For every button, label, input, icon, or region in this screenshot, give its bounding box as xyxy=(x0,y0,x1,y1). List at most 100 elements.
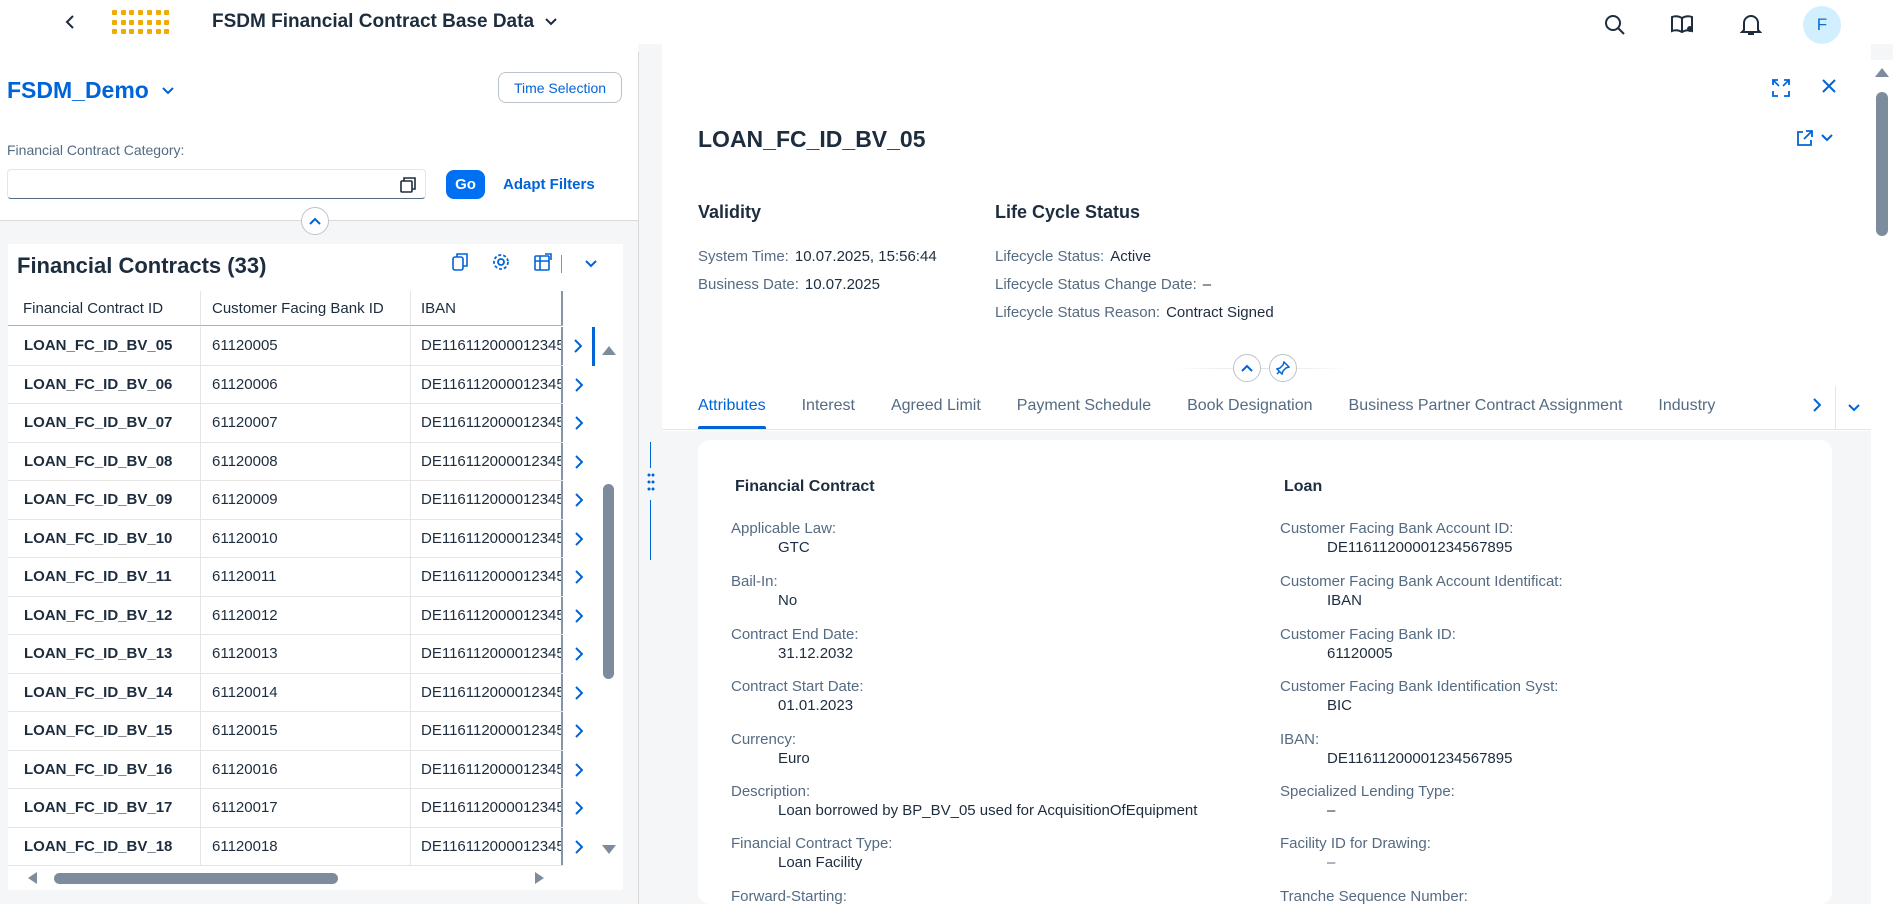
chevron-left-icon xyxy=(65,15,74,29)
tab-scroll-right-icon[interactable] xyxy=(1813,398,1822,415)
collapse-header-button[interactable] xyxy=(1233,354,1261,382)
list-panel: FSDM_Demo Time Selection Financial Contr… xyxy=(0,44,638,904)
share-menu[interactable] xyxy=(1795,128,1833,148)
tab-bar: Attributes Interest Agreed Limit Payment… xyxy=(662,386,1871,430)
settings-gear-icon[interactable] xyxy=(491,252,511,275)
cell-bank-id: 61120017 xyxy=(201,789,411,827)
fullscreen-icon[interactable] xyxy=(1771,78,1791,101)
scrollbar-thumb[interactable] xyxy=(54,873,338,884)
tab-attributes[interactable]: Attributes xyxy=(698,397,766,429)
scroll-down-arrow[interactable] xyxy=(602,845,616,854)
table-horizontal-scrollbar[interactable] xyxy=(24,870,548,886)
column-header-bank-id[interactable]: Customer Facing Bank ID xyxy=(201,291,411,325)
row-nav-chevron-icon[interactable] xyxy=(563,712,595,751)
cell-contract-id: LOAN_FC_ID_BV_07 xyxy=(8,404,201,442)
table-row[interactable]: LOAN_FC_ID_BV_12 61120012 DE11611200001234… xyxy=(8,596,563,635)
row-nav-chevron-icon[interactable] xyxy=(563,520,595,559)
table-row[interactable]: LOAN_FC_ID_BV_13 61120013 DE11611200001234… xyxy=(8,635,563,674)
field-label: Customer Facing Bank Identification Syst… xyxy=(1280,678,1559,695)
tab-interest[interactable]: Interest xyxy=(802,397,855,429)
column-header-contract-id[interactable]: Financial Contract ID xyxy=(8,291,201,325)
joule-button[interactable] xyxy=(1667,9,1699,41)
tab-industry[interactable]: Industry xyxy=(1658,397,1715,429)
pin-header-button[interactable] xyxy=(1269,354,1297,382)
page-vertical-scrollbar[interactable] xyxy=(1871,60,1893,904)
table-row[interactable]: LOAN_FC_ID_BV_17 61120017 DE11611200001234… xyxy=(8,789,563,828)
column-header-iban[interactable]: IBAN xyxy=(411,291,563,325)
row-nav-chevron-icon[interactable] xyxy=(563,751,595,790)
user-avatar[interactable]: F xyxy=(1803,6,1841,44)
collapse-header-button[interactable] xyxy=(301,207,329,235)
search-button[interactable] xyxy=(1599,9,1631,41)
field-label: Tranche Sequence Number: xyxy=(1280,888,1468,904)
cell-bank-id: 61120013 xyxy=(201,635,411,673)
row-nav-chevron-icon[interactable] xyxy=(563,635,595,674)
notifications-button[interactable] xyxy=(1735,9,1767,41)
scroll-right-arrow[interactable] xyxy=(535,872,544,884)
export-menu-chevron-icon[interactable] xyxy=(584,256,598,272)
cell-bank-id: 61120008 xyxy=(201,442,411,480)
value-help-icon[interactable] xyxy=(399,176,417,197)
cell-iban: DE11611200001234567813 xyxy=(411,635,563,673)
copy-icon[interactable] xyxy=(451,252,469,275)
sap-logo xyxy=(112,10,170,36)
time-selection-button[interactable]: Time Selection xyxy=(498,72,622,103)
chevron-up-icon xyxy=(1241,364,1253,372)
row-nav-chevron-icon[interactable] xyxy=(563,404,595,443)
category-input[interactable] xyxy=(7,169,426,199)
table-row[interactable]: LOAN_FC_ID_BV_15 61120015 DE11611200001234… xyxy=(8,712,563,751)
table-vertical-scrollbar[interactable] xyxy=(602,386,614,776)
field-value: IBAN xyxy=(1327,592,1363,609)
scrollbar-thumb[interactable] xyxy=(603,484,614,679)
search-icon xyxy=(1605,15,1625,35)
close-icon[interactable] xyxy=(1821,78,1837,101)
object-title: LOAN_FC_ID_BV_05 xyxy=(698,126,926,152)
cell-iban: DE11611200001234567810 xyxy=(411,519,563,557)
table-row[interactable]: LOAN_FC_ID_BV_16 61120016 DE11611200001234… xyxy=(8,750,563,789)
tab-overflow-button[interactable] xyxy=(1835,386,1871,430)
lifecycle-reason: Lifecycle Status Reason: Contract Signed xyxy=(995,304,1274,321)
cell-contract-id: LOAN_FC_ID_BV_08 xyxy=(8,442,201,480)
table-row[interactable]: LOAN_FC_ID_BV_10 61120010 DE11611200001234… xyxy=(8,519,563,558)
variant-selector[interactable]: FSDM_Demo xyxy=(7,77,175,104)
category-label: Financial Contract Category: xyxy=(7,142,185,158)
go-button[interactable]: Go xyxy=(446,170,485,199)
table-row[interactable]: LOAN_FC_ID_BV_14 61120014 DE11611200001234… xyxy=(8,673,563,712)
scroll-up-arrow[interactable] xyxy=(1875,68,1889,77)
tab-business-partner-assignment[interactable]: Business Partner Contract Assignment xyxy=(1349,397,1623,429)
layout-splitter[interactable] xyxy=(638,52,662,904)
row-nav-chevron-icon[interactable] xyxy=(563,327,595,366)
scroll-up-arrow[interactable] xyxy=(602,346,616,355)
tab-agreed-limit[interactable]: Agreed Limit xyxy=(891,397,981,429)
export-spreadsheet-icon[interactable] xyxy=(533,252,553,275)
system-time: System Time: 10.07.2025, 15:56:44 xyxy=(698,248,937,265)
chevron-up-icon xyxy=(309,217,321,225)
tab-payment-schedule[interactable]: Payment Schedule xyxy=(1017,397,1151,429)
scrollbar-thumb[interactable] xyxy=(1876,92,1888,236)
table-row[interactable]: LOAN_FC_ID_BV_06 61120006 DE11611200001234… xyxy=(8,365,563,404)
row-nav-chevron-icon[interactable] xyxy=(563,481,595,520)
table-row[interactable]: LOAN_FC_ID_BV_05 61120005 DE11611200001234… xyxy=(8,327,563,366)
adapt-filters-link[interactable]: Adapt Filters xyxy=(503,176,595,193)
cell-iban: DE11611200001234567818 xyxy=(411,827,563,865)
row-nav-chevron-icon[interactable] xyxy=(563,789,595,828)
row-nav-chevron-icon[interactable] xyxy=(563,597,595,636)
table-row[interactable]: LOAN_FC_ID_BV_18 61120018 DE11611200001234… xyxy=(8,827,563,866)
row-navigation-column xyxy=(563,327,595,866)
table-row[interactable]: LOAN_FC_ID_BV_07 61120007 DE11611200001234… xyxy=(8,404,563,443)
table-row[interactable]: LOAN_FC_ID_BV_09 61120009 DE11611200001234… xyxy=(8,481,563,520)
app-title-menu[interactable]: FSDM Financial Contract Base Data xyxy=(212,11,558,33)
row-nav-chevron-icon[interactable] xyxy=(563,828,595,867)
back-button[interactable] xyxy=(58,10,82,34)
lifecycle-status: Lifecycle Status: Active xyxy=(995,248,1152,265)
row-nav-chevron-icon[interactable] xyxy=(563,674,595,713)
tab-book-designation[interactable]: Book Designation xyxy=(1187,397,1312,429)
table-row[interactable]: LOAN_FC_ID_BV_11 61120011 DE11611200001234… xyxy=(8,558,563,597)
table-row[interactable]: LOAN_FC_ID_BV_08 61120008 DE11611200001234… xyxy=(8,442,563,481)
splitter-grip-icon[interactable] xyxy=(647,472,655,518)
row-nav-chevron-icon[interactable] xyxy=(563,443,595,482)
row-nav-chevron-icon[interactable] xyxy=(563,366,595,405)
cell-contract-id: LOAN_FC_ID_BV_18 xyxy=(8,827,201,865)
field-value: – xyxy=(1327,854,1336,871)
row-nav-chevron-icon[interactable] xyxy=(563,558,595,597)
